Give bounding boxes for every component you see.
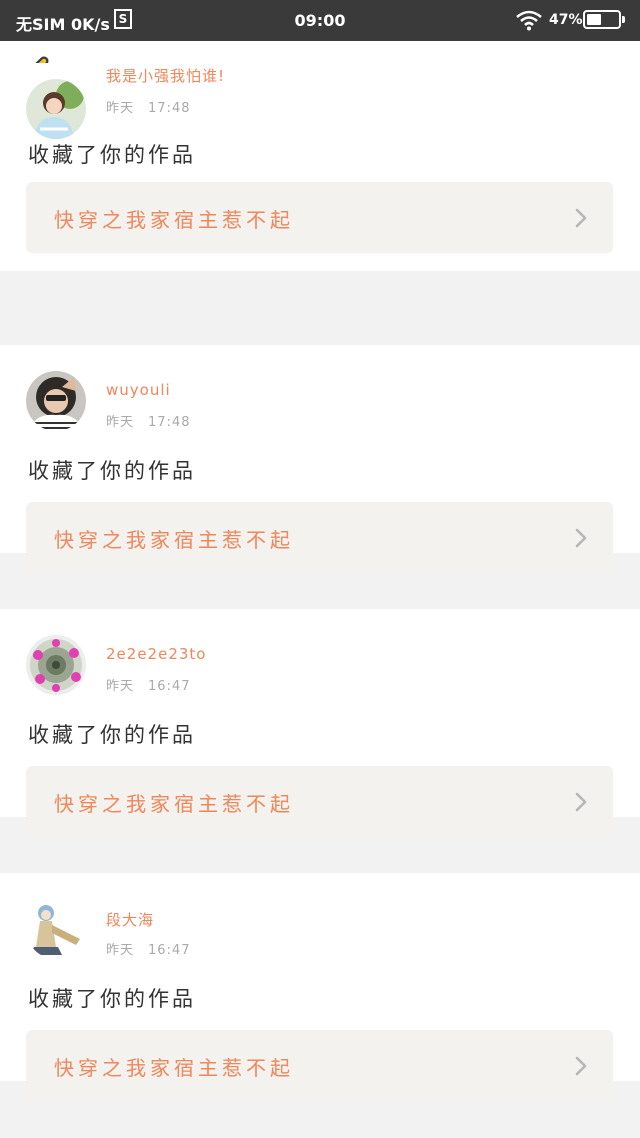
action-text: 收藏了你的作品 (28, 723, 196, 747)
message-card: wuyouli 昨天 17:48 收藏了你的作品 快穿之我家宿主惹不起 (0, 345, 640, 573)
work-link[interactable]: 快穿之我家宿主惹不起 (26, 182, 613, 253)
message-card: 段大海 昨天 16:47 收藏了你的作品 快穿之我家宿主惹不起 (0, 873, 640, 1101)
timestamp: 昨天 17:48 (106, 411, 190, 430)
work-title: 快穿之我家宿主惹不起 (54, 208, 294, 232)
work-title: 快穿之我家宿主惹不起 (54, 792, 294, 816)
avatar-girl-icon[interactable] (26, 79, 86, 139)
chevron-right-icon (575, 1056, 587, 1076)
username[interactable]: 2e2e2e23to (106, 645, 206, 663)
message-card: 我是小强我怕谁! 昨天 17:48 收藏了你的作品 快穿之我家宿主惹不起 (0, 63, 640, 271)
timestamp: 昨天 17:48 (106, 97, 190, 116)
action-text: 收藏了你的作品 (28, 459, 196, 483)
timestamp-time: 17:48 (148, 415, 191, 430)
timestamp: 昨天 16:47 (106, 939, 190, 958)
action-text: 收藏了你的作品 (28, 987, 196, 1011)
work-link[interactable]: 快穿之我家宿主惹不起 (26, 502, 613, 573)
work-link[interactable]: 快穿之我家宿主惹不起 (26, 1030, 613, 1101)
timestamp-day: 昨天 (106, 679, 135, 694)
battery-level-fill (587, 14, 601, 25)
timestamp-day: 昨天 (106, 415, 135, 430)
chevron-right-icon (575, 528, 587, 548)
wifi-icon (515, 9, 543, 35)
battery-percent: 47% (549, 12, 583, 28)
clock: 09:00 (294, 11, 346, 30)
battery-icon (583, 10, 625, 29)
username[interactable]: 段大海 (106, 909, 154, 930)
message-card: 2e2e2e23to 昨天 16:47 收藏了你的作品 快穿之我家宿主惹不起 (0, 609, 640, 837)
status-bar: 无SIM 0K/s S 09:00 47% (0, 0, 640, 41)
avatar-cactus-icon[interactable] (26, 635, 86, 695)
timestamp-time: 16:47 (148, 943, 191, 958)
username[interactable]: 我是小强我怕谁! (106, 65, 225, 86)
timestamp-day: 昨天 (106, 943, 135, 958)
timestamp-day: 昨天 (106, 101, 135, 116)
username[interactable]: wuyouli (106, 381, 171, 399)
action-text: 收藏了你的作品 (28, 143, 196, 167)
work-link[interactable]: 快穿之我家宿主惹不起 (26, 766, 613, 837)
chevron-right-icon (575, 208, 587, 228)
avatar-figure-icon[interactable] (26, 899, 86, 959)
avatar-person-icon[interactable] (26, 371, 86, 431)
timestamp: 昨天 16:47 (106, 675, 190, 694)
work-title: 快穿之我家宿主惹不起 (54, 1056, 294, 1080)
work-title: 快穿之我家宿主惹不起 (54, 528, 294, 552)
timestamp-time: 17:48 (148, 101, 191, 116)
chevron-right-icon (575, 792, 587, 812)
timestamp-time: 16:47 (148, 679, 191, 694)
